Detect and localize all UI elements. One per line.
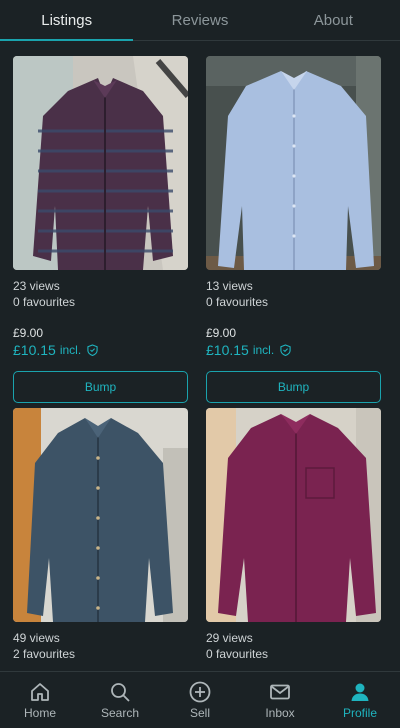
price: £9.00 bbox=[206, 326, 237, 340]
listing-photo[interactable] bbox=[13, 408, 188, 622]
favourites-count: 0 favourites bbox=[13, 295, 76, 309]
listing-card[interactable]: 49 views 2 favourites bbox=[13, 408, 188, 662]
bump-button[interactable]: Bump bbox=[13, 371, 188, 403]
tab-about-label: About bbox=[313, 11, 353, 29]
shirt-burgundy-check-image bbox=[13, 56, 188, 270]
nav-search[interactable]: Search bbox=[80, 672, 160, 728]
tab-listings-label: Listings bbox=[41, 11, 93, 29]
listing-card[interactable]: 13 views 0 favourites £9.00 £10.15 incl.… bbox=[206, 56, 381, 403]
tab-reviews[interactable]: Reviews bbox=[133, 0, 266, 40]
price: £9.00 bbox=[13, 326, 44, 340]
nav-home[interactable]: Home bbox=[0, 672, 80, 728]
nav-inbox[interactable]: Inbox bbox=[240, 672, 320, 728]
favourites-count: 0 favourites bbox=[206, 647, 269, 661]
price-incl-value: £10.15 bbox=[13, 342, 56, 358]
shield-icon bbox=[87, 344, 98, 356]
bottom-nav: Home Search Sell Inbox Profile bbox=[0, 671, 400, 728]
bump-button[interactable]: Bump bbox=[206, 371, 381, 403]
listings-grid: 23 views 0 favourites £9.00 £10.15 incl.… bbox=[0, 41, 400, 671]
views-count: 23 views bbox=[13, 279, 60, 293]
listing-photo[interactable] bbox=[206, 56, 381, 270]
shirt-light-blue-image bbox=[206, 56, 381, 270]
shield-icon bbox=[280, 344, 291, 356]
mail-icon bbox=[270, 684, 290, 700]
incl-label: incl. bbox=[252, 343, 275, 357]
price-incl-protection[interactable]: £10.15 incl. bbox=[206, 341, 381, 359]
views-count: 29 views bbox=[206, 631, 253, 645]
listing-card[interactable]: 23 views 0 favourites £9.00 £10.15 incl.… bbox=[13, 56, 188, 403]
listing-photo[interactable] bbox=[13, 56, 188, 270]
profile-tabs: Listings Reviews About bbox=[0, 0, 400, 41]
tab-about[interactable]: About bbox=[267, 0, 400, 40]
shirt-magenta-image bbox=[206, 408, 381, 622]
nav-home-label: Home bbox=[23, 706, 56, 720]
views-count: 13 views bbox=[206, 279, 253, 293]
nav-profile-label: Profile bbox=[342, 706, 377, 720]
incl-label: incl. bbox=[59, 343, 82, 357]
nav-sell[interactable]: Sell bbox=[160, 672, 240, 728]
profile-icon bbox=[351, 683, 369, 701]
nav-search-label: Search bbox=[100, 706, 140, 720]
shirt-denim-image bbox=[13, 408, 188, 622]
search-icon bbox=[111, 683, 130, 702]
price-incl-value: £10.15 bbox=[206, 342, 249, 358]
nav-sell-label: Sell bbox=[189, 706, 210, 720]
views-count: 49 views bbox=[13, 631, 60, 645]
price-incl-protection[interactable]: £10.15 incl. bbox=[13, 341, 188, 359]
plus-circle-icon bbox=[189, 681, 211, 703]
listing-photo[interactable] bbox=[206, 408, 381, 622]
nav-inbox-label: Inbox bbox=[265, 706, 295, 720]
listing-card[interactable]: 29 views 0 favourites bbox=[206, 408, 381, 662]
tab-listings[interactable]: Listings bbox=[0, 0, 134, 41]
home-icon bbox=[31, 683, 49, 701]
tab-reviews-label: Reviews bbox=[171, 11, 229, 29]
favourites-count: 2 favourites bbox=[13, 647, 76, 661]
favourites-count: 0 favourites bbox=[206, 295, 269, 309]
nav-profile[interactable]: Profile bbox=[320, 672, 400, 728]
